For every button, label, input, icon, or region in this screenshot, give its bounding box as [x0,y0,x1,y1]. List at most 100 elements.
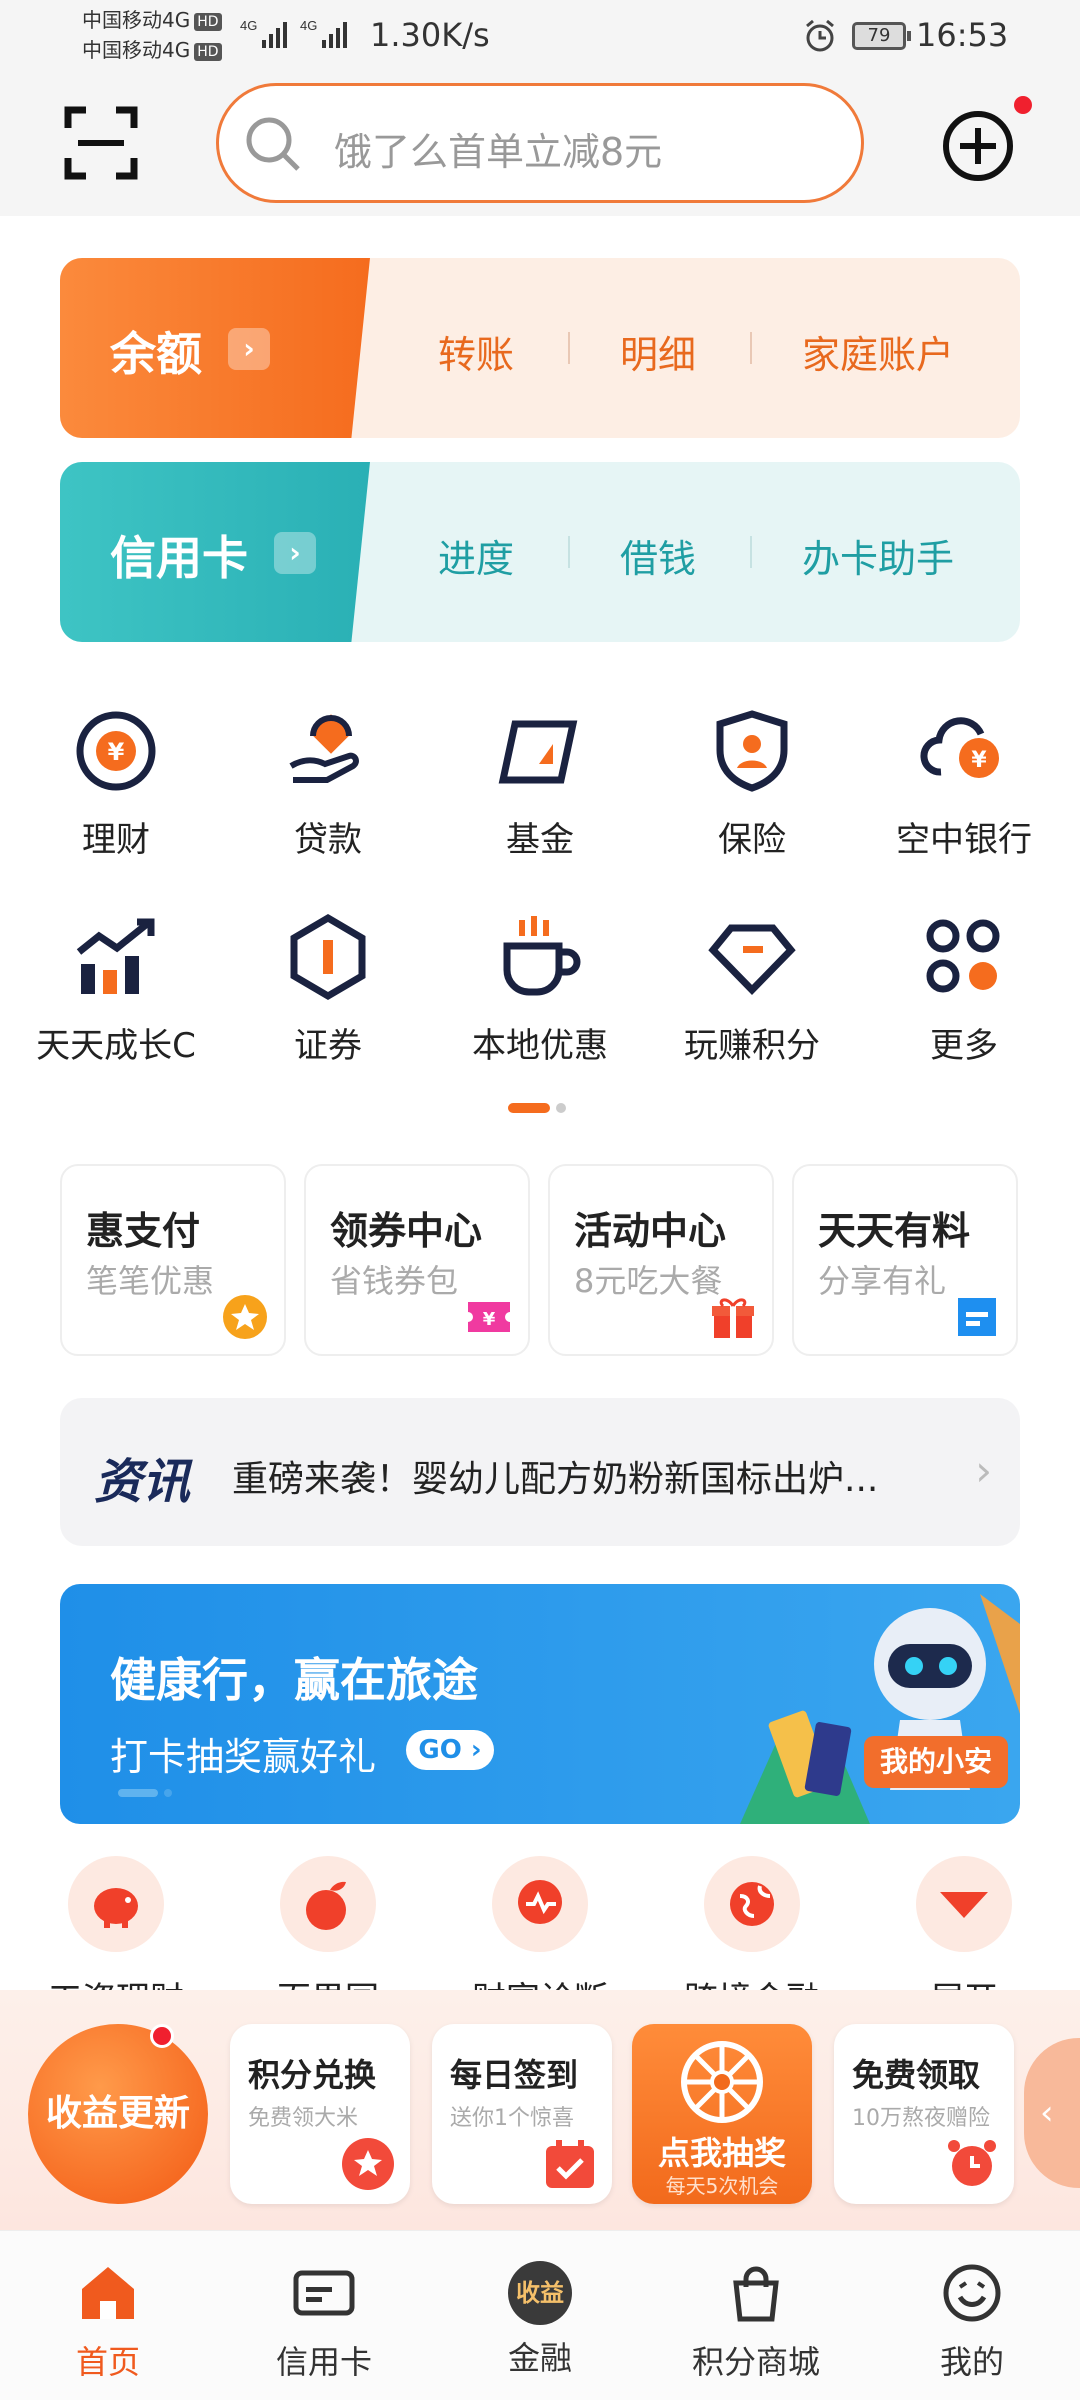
robot-mascot-icon [740,1594,1020,1824]
grid-item-fund[interactable]: 基金 [440,706,640,861]
grid-item-more[interactable]: 更多 [864,912,1064,1067]
svg-text:¥: ¥ [971,748,987,773]
balance-card[interactable]: 余额 › 转账 明细 家庭账户 [60,258,1020,438]
growth-chart-icon [76,918,155,994]
alarm-clock-icon [948,2140,996,2186]
tab-finance[interactable]: 收益 金融 [432,2261,648,2379]
status-bar: 中国移动4G HD 中国移动4G HD 4G 4G 1.30K/s 79 16:53 [0,0,1080,72]
credit-title[interactable]: 信用卡 [110,522,248,588]
yuan-coin-icon: ¥ [76,711,156,791]
credit-link-assistant[interactable]: 办卡助手 [802,528,954,583]
calendar-check-icon [546,2140,594,2188]
fund-icon [498,720,578,784]
promo-card-pay[interactable]: 惠支付 笔笔优惠 [60,1164,286,1356]
grid-item-wealth[interactable]: ¥ 理财 [16,706,216,861]
cross-border-shortcut[interactable] [704,1856,800,1952]
promo-card-coupons[interactable]: 领券中心 省钱券包 ¥ [304,1164,530,1356]
grid-item-points[interactable]: 玩赚积分 [652,912,852,1067]
free-insurance-card[interactable]: 免费领取 10万熬夜赠险 [834,2024,1014,2204]
clock: 16:53 [916,16,1009,54]
battery-indicator: 79 [852,22,911,50]
chevron-right-icon: › [975,1446,992,1495]
credit-link-progress[interactable]: 进度 [438,528,514,583]
salary-wealth-shortcut[interactable] [68,1856,164,1952]
wealth-diagnosis-shortcut[interactable] [492,1856,588,1952]
grid-item-insurance[interactable]: 保险 [652,706,852,861]
star-icon [342,2138,394,2190]
piggy-bank-icon [94,1888,138,1928]
daily-checkin-card[interactable]: 每日签到 送你1个惊喜 [432,2024,612,2204]
divider [750,332,752,364]
promo-banner[interactable]: 健康行，赢在旅途 打卡抽奖赢好礼 GO › 我的小安 [60,1584,1020,1824]
balance-header[interactable] [60,258,370,438]
news-headline[interactable]: 重磅来袭！婴幼儿配方奶粉新国标出炉... [232,1450,932,1502]
smiley-icon [943,2264,1001,2322]
triangle-down-icon [940,1892,988,1918]
assistant-button[interactable]: 我的小安 [864,1736,1008,1788]
notification-dot [1014,96,1032,114]
promo-card-activity[interactable]: 活动中心 8元吃大餐 [548,1164,774,1356]
news-ticker[interactable]: 资讯 重磅来袭！婴幼儿配方奶粉新国标出炉... › [60,1398,1020,1546]
pulse-bubble-icon [518,1880,562,1924]
divider [568,332,570,364]
signal-icon: 4G 4G [240,18,347,48]
grid-item-growth[interactable]: 天天成长C [16,912,216,1067]
tab-home[interactable]: 首页 [0,2261,216,2383]
credit-card-icon [293,2270,355,2316]
carrier-2: 中国移动4G HD [82,38,222,62]
earnings-update-button[interactable]: 收益更新 [28,2024,208,2204]
balance-link-detail[interactable]: 明细 [620,324,696,379]
fruit-icon [306,1881,346,1930]
svg-text:4G: 4G [240,18,257,33]
credit-card-panel[interactable]: 信用卡 › 进度 借钱 办卡助手 [60,462,1020,642]
tab-points-mall[interactable]: 积分商城 [648,2261,864,2383]
network-speed: 1.30K/s [370,16,490,54]
globe-icon [730,1882,774,1926]
lottery-card[interactable]: 点我抽奖 每天5次机会 [632,2024,812,2204]
chevron-right-icon: › [274,532,316,574]
home-icon [82,2267,134,2319]
add-icon[interactable] [940,108,1016,184]
grid-item-sky-bank[interactable]: ¥ 空中银行 [864,706,1064,861]
coffee-cup-icon [503,916,581,996]
document-icon [958,1298,996,1336]
search-input[interactable]: 饿了么首单立减8元 [334,121,662,176]
credit-link-borrow[interactable]: 借钱 [620,528,696,583]
banner-page-indicator [118,1782,172,1801]
notification-dot [150,2024,174,2048]
shield-person-icon [716,710,788,792]
search-bar[interactable]: 饿了么首单立减8元 [216,83,864,203]
promo-card-daily[interactable]: 天天有料 分享有礼 [792,1164,1018,1356]
svg-text:¥: ¥ [108,738,125,766]
divider [568,536,570,568]
more-dots-icon [926,919,1000,993]
grid-item-local-deals[interactable]: 本地优惠 [440,912,640,1067]
fruit-shop-shortcut[interactable] [280,1856,376,1952]
points-exchange-card[interactable]: 积分兑换 免费领大米 [230,2024,410,2204]
shopping-bag-icon [733,2266,779,2322]
grid-item-securities[interactable]: 证券 [228,912,428,1067]
banner-subtitle: 打卡抽奖赢好礼 [110,1735,377,1779]
news-tag: 资讯 [94,1454,191,1510]
bottom-tab-bar: 首页 信用卡 收益 金融 积分商城 我的 [0,2230,1080,2400]
svg-text:4G: 4G [300,18,317,33]
balance-link-transfer[interactable]: 转账 [438,324,514,379]
grid-item-loan[interactable]: 贷款 [228,706,428,861]
tab-credit-card[interactable]: 信用卡 [216,2261,432,2383]
tab-mine[interactable]: 我的 [864,2261,1080,2383]
svg-text:¥: ¥ [483,1309,496,1330]
coupon-icon: ¥ [468,1302,510,1332]
balance-link-family[interactable]: 家庭账户 [802,324,954,379]
cloud-yuan-icon: ¥ [920,717,999,778]
scan-icon[interactable] [64,106,138,180]
star-badge-icon [223,1295,267,1339]
banner-go-button[interactable]: GO › [406,1730,494,1770]
earnings-badge-icon: 收益 [508,2261,572,2325]
balance-title[interactable]: 余额 [110,318,202,384]
expand-shortcut[interactable] [916,1856,1012,1952]
hand-coin-icon [289,714,359,783]
search-icon [246,117,300,171]
chevron-right-icon: › [228,328,270,370]
diamond-icon [708,924,796,996]
grid-page-indicator [508,1098,566,1117]
